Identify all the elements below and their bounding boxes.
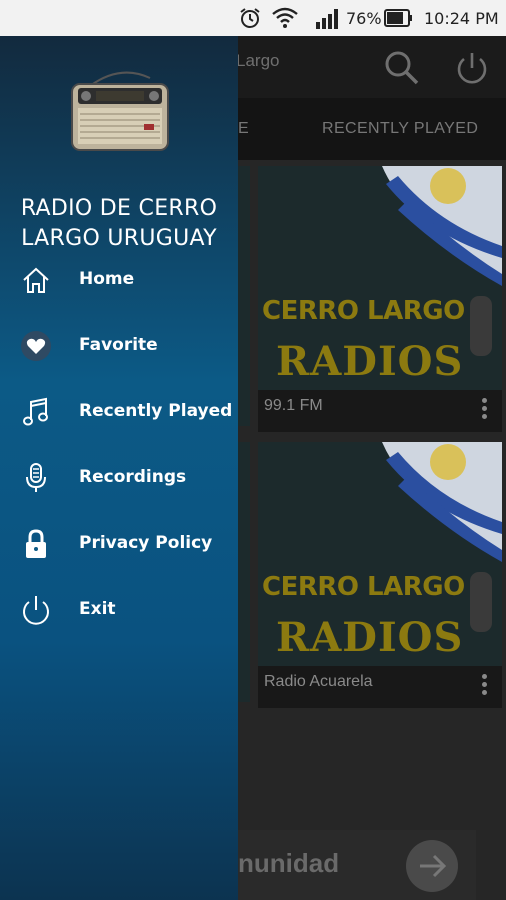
music-note-icon	[23, 397, 48, 426]
menu-item-recently-played[interactable]: Recently Played	[0, 384, 238, 440]
drawer-title-line2: LARGO URUGUAY	[21, 226, 217, 251]
menu-item-label: Recently Played	[79, 401, 233, 421]
menu-item-label: Home	[79, 269, 135, 289]
partial-card[interactable]	[236, 166, 250, 426]
partial-card[interactable]	[236, 442, 250, 702]
menu-item-label: Favorite	[79, 335, 158, 355]
more-options-icon[interactable]	[482, 398, 488, 420]
station-artwork: CERRO LARGO RADIOS	[258, 442, 502, 666]
clock: 10:24 PM	[424, 9, 499, 28]
menu-item-privacy-policy[interactable]: Privacy Policy	[0, 516, 238, 572]
power-icon	[23, 596, 49, 625]
drawer-title: RADIO DE CERRO LARGO URUGUAY	[0, 194, 238, 254]
battery-icon	[384, 9, 412, 27]
more-options-icon[interactable]	[482, 674, 488, 696]
drawer-title-line1: RADIO DE CERRO	[20, 196, 218, 221]
banner-text: nunidad	[238, 848, 340, 878]
logo-text-1: CERRO LARGO	[262, 572, 465, 602]
logo-text-2: RADIOS	[276, 338, 464, 385]
menu-item-label: Recordings	[79, 467, 187, 487]
microphone-icon	[26, 463, 46, 492]
station-name: 99.1 FM	[264, 397, 323, 414]
station-name: Radio Acuarela	[264, 673, 373, 690]
navigation-drawer: RADIO DE CERRO LARGO URUGUAY Home Favori…	[0, 36, 238, 900]
toolbar-title: Largo	[236, 51, 280, 70]
menu-item-recordings[interactable]: Recordings	[0, 450, 238, 506]
alarm-icon	[240, 8, 260, 28]
wifi-icon	[272, 7, 298, 28]
battery-percent: 76%	[346, 9, 382, 28]
search-icon[interactable]	[384, 50, 420, 86]
menu-item-favorite[interactable]: Favorite	[0, 318, 238, 374]
arrow-right-icon[interactable]	[406, 840, 458, 892]
logo-text-1: CERRO LARGO	[262, 296, 465, 326]
station-artwork: CERRO LARGO RADIOS	[258, 166, 502, 390]
station-card[interactable]: CERRO LARGO RADIOS 99.1 FM	[258, 166, 502, 432]
menu-item-exit[interactable]: Exit	[0, 582, 238, 638]
home-icon	[23, 267, 49, 293]
power-icon[interactable]	[455, 50, 489, 86]
menu-item-home[interactable]: Home	[0, 252, 238, 308]
tab-partial[interactable]: E	[238, 120, 249, 138]
logo-text-2: RADIOS	[276, 614, 464, 661]
signal-icon	[316, 9, 338, 29]
tab-recently-played[interactable]: RECENTLY PLAYED	[322, 120, 478, 138]
ad-banner[interactable]: nunidad	[238, 830, 476, 900]
lock-icon	[26, 529, 46, 558]
radio-logo	[71, 71, 169, 151]
heart-icon	[21, 331, 51, 361]
menu-item-label: Privacy Policy	[79, 533, 213, 553]
station-card[interactable]: CERRO LARGO RADIOS Radio Acuarela	[258, 442, 502, 708]
menu-item-label: Exit	[79, 599, 116, 619]
status-bar: 76% 10:24 PM	[0, 0, 506, 36]
